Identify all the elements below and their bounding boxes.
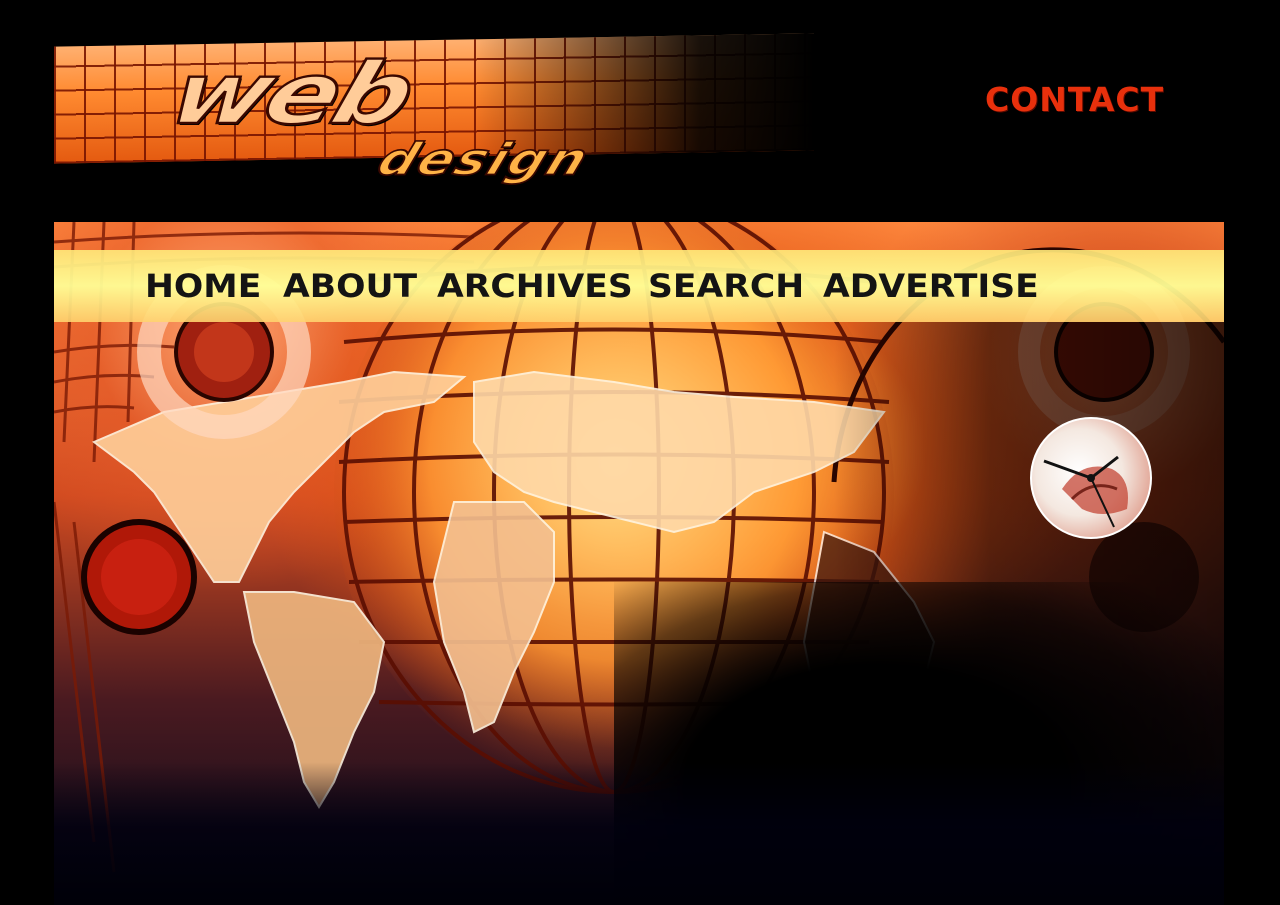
main-nav: HOME ABOUT ARCHIVES SEARCH ADVERTISE bbox=[54, 250, 1224, 322]
nav-advertise[interactable]: ADVERTISE bbox=[823, 267, 1039, 305]
nav-archives[interactable]: ARCHIVES bbox=[437, 267, 633, 305]
logo-word-web[interactable]: web bbox=[157, 43, 425, 144]
logo-word-design[interactable]: design bbox=[370, 134, 598, 187]
nav-about[interactable]: ABOUT bbox=[283, 267, 417, 305]
site-header: web design CONTACT bbox=[0, 0, 1280, 222]
hero-shade-bottom bbox=[54, 762, 1224, 905]
hero-image: HOME ABOUT ARCHIVES SEARCH ADVERTISE bbox=[54, 222, 1224, 905]
contact-link[interactable]: CONTACT bbox=[985, 80, 1164, 119]
nav-home[interactable]: HOME bbox=[145, 267, 261, 305]
nav-search[interactable]: SEARCH bbox=[648, 267, 804, 305]
clock-icon bbox=[1030, 417, 1152, 539]
